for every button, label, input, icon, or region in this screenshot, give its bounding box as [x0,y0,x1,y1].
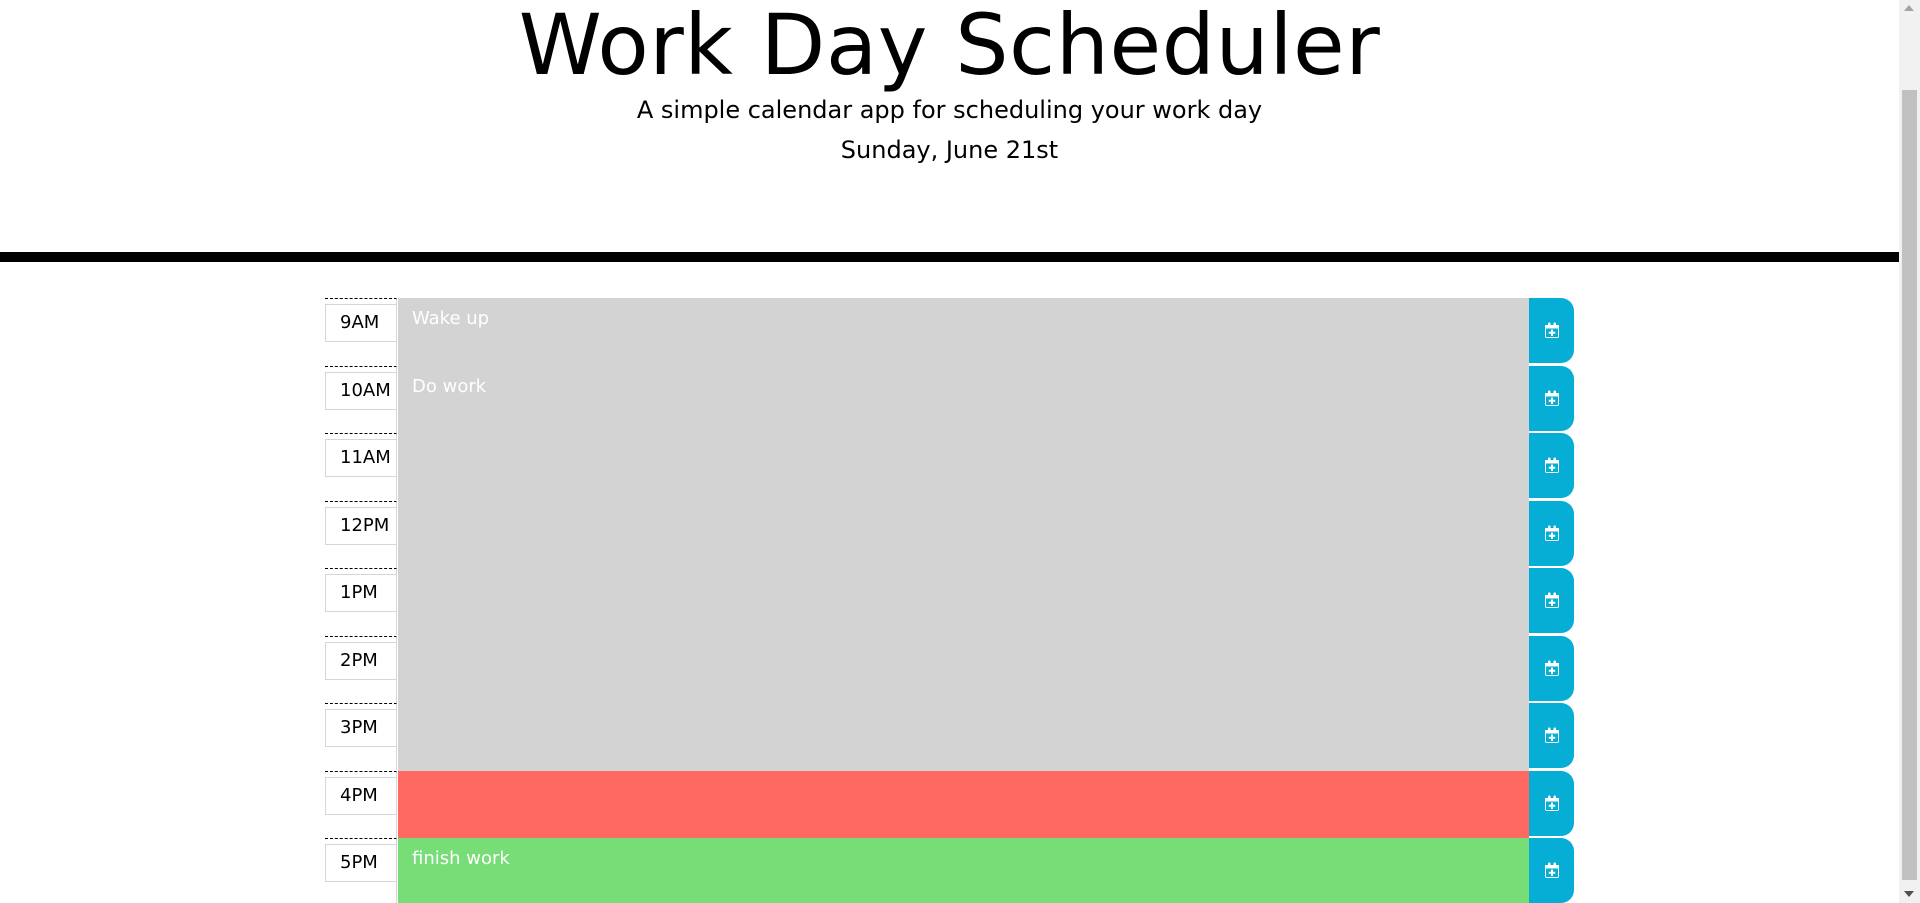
time-block: 11AM [325,433,1574,501]
hour-label: 3PM [325,709,397,747]
event-description[interactable] [398,500,1529,569]
hour-cell: 4PM [325,770,397,838]
hour-cell: 11AM [325,433,397,500]
hour-label: 11AM [325,439,397,477]
hour-label: 9AM [325,304,397,342]
time-block: 4PM [325,770,1574,839]
save-button[interactable] [1529,298,1574,363]
save-button[interactable] [1529,703,1574,768]
time-block: 2PM [325,635,1574,704]
hour-label: 5PM [325,844,397,882]
save-button[interactable] [1529,838,1574,903]
hour-label: 2PM [325,641,397,680]
hour-cell: 5PM [325,838,397,903]
hour-label: 4PM [325,776,397,815]
hour-label: 1PM [325,574,397,612]
event-description[interactable] [398,635,1529,704]
hour-label: 10AM [325,371,397,410]
calendar-plus-icon [1544,862,1559,878]
calendar-plus-icon [1544,592,1559,608]
current-day: Sunday, June 21st [840,136,1059,164]
scroll-up-arrow-icon[interactable] [1904,5,1914,11]
save-button[interactable] [1529,365,1574,431]
event-description[interactable] [398,433,1529,501]
vertical-scrollbar[interactable] [1899,0,1920,903]
page: Work Day Scheduler A simple calendar app… [0,0,1899,903]
event-description[interactable] [398,568,1529,636]
page-title: Work Day Scheduler [518,0,1381,94]
calendar-plus-icon [1544,322,1559,338]
header-divider [0,252,1899,262]
calendar-plus-icon [1544,525,1559,541]
hour-cell: 9AM [325,298,397,365]
jumbotron-header: Work Day Scheduler A simple calendar app… [0,0,1899,252]
event-description[interactable]: Do work [398,365,1529,434]
calendar-plus-icon [1544,390,1559,406]
calendar-plus-icon [1544,795,1559,811]
time-block: 3PM [325,703,1574,771]
event-description[interactable]: finish work [398,838,1529,903]
calendar-plus-icon [1544,727,1559,743]
time-block: 10AM Do work [325,365,1574,434]
time-block: 9AM Wake up [325,298,1574,366]
page-subtitle: A simple calendar app for scheduling you… [636,96,1263,124]
save-button[interactable] [1529,433,1574,498]
hour-cell: 10AM [325,365,397,433]
save-button[interactable] [1529,500,1574,566]
hour-label: 12PM [325,506,397,545]
calendar-plus-icon [1544,457,1559,473]
event-description[interactable] [398,703,1529,771]
calendar-plus-icon [1544,660,1559,676]
hour-cell: 2PM [325,635,397,703]
event-description[interactable]: Wake up [398,298,1529,366]
time-block: 1PM [325,568,1574,636]
time-block: 12PM [325,500,1574,569]
save-button[interactable] [1529,770,1574,836]
scrollbar-thumb[interactable] [1902,90,1917,880]
event-description[interactable] [398,770,1529,839]
hour-cell: 12PM [325,500,397,568]
save-button[interactable] [1529,635,1574,701]
save-button[interactable] [1529,568,1574,633]
hour-cell: 3PM [325,703,397,770]
hour-cell: 1PM [325,568,397,635]
scroll-down-arrow-icon[interactable] [1904,891,1914,897]
time-block: 5PM finish work [325,838,1574,903]
